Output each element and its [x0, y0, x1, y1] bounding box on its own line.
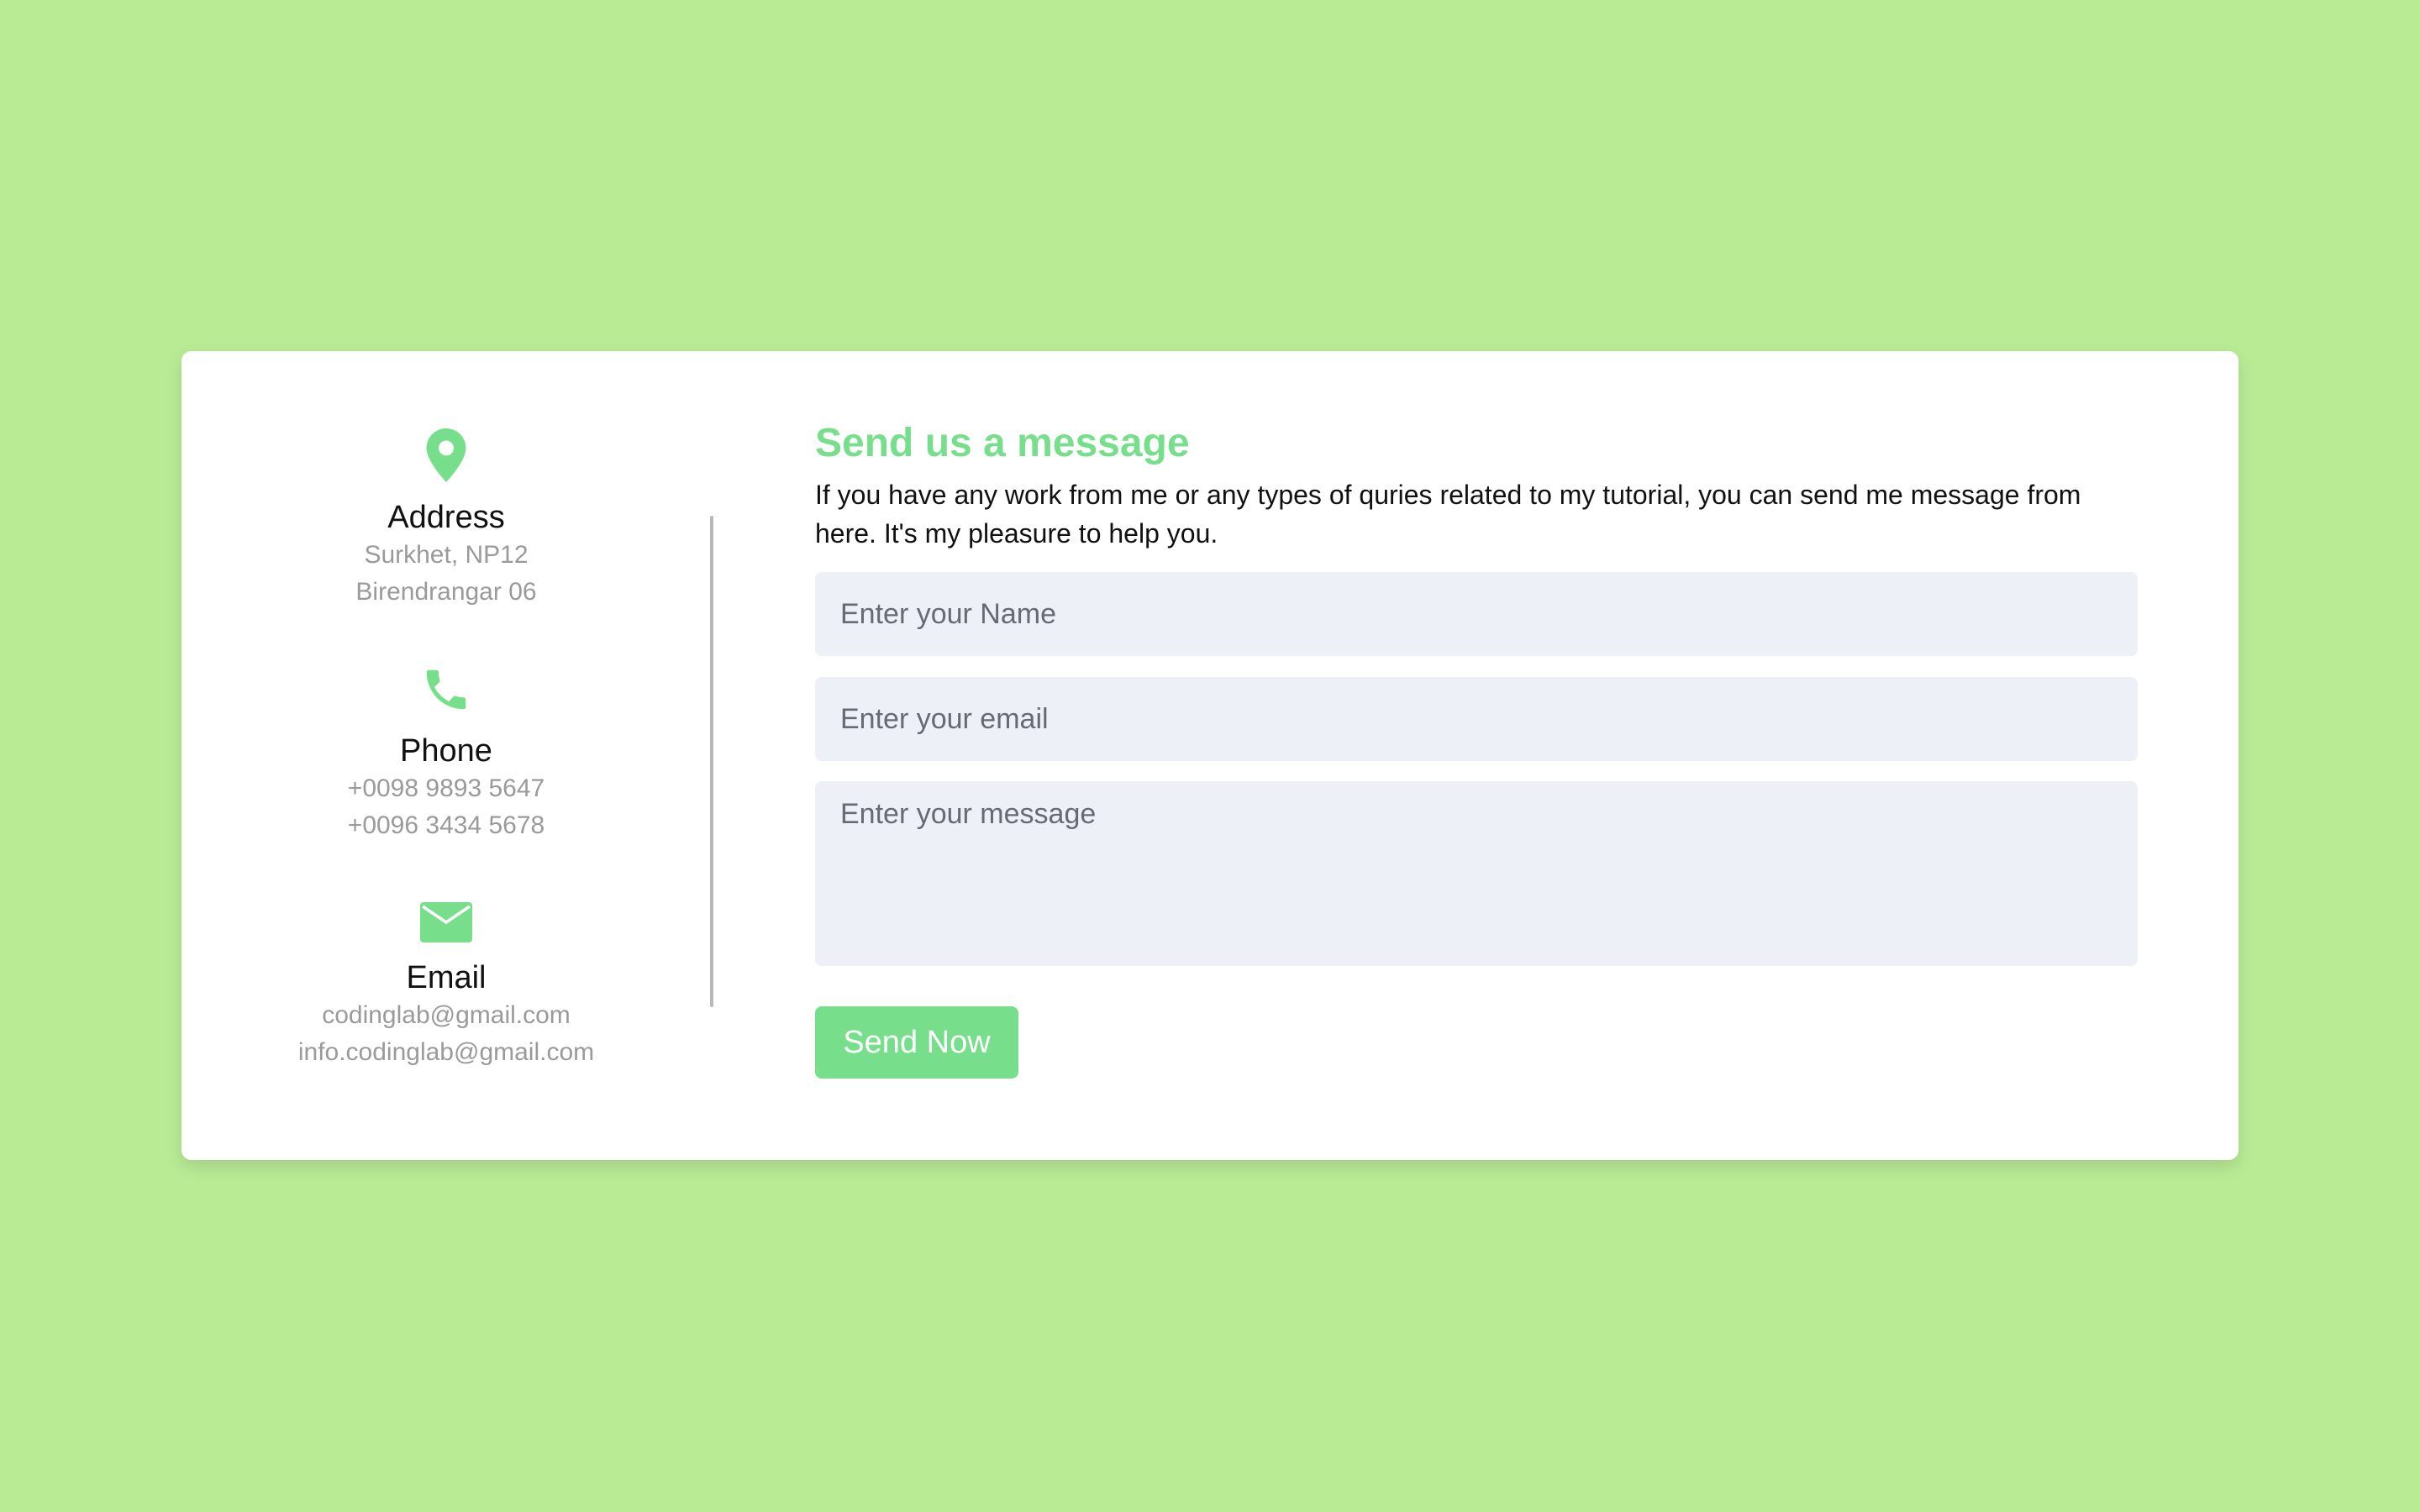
email-line-2: info.codinglab@gmail.com [297, 1038, 595, 1066]
contact-info-panel: Address Surkhet, NP12 Birendrangar 06 Ph… [182, 351, 711, 1160]
email-title: Email [406, 960, 487, 995]
phone-icon [182, 664, 711, 720]
send-now-button[interactable]: Send Now [815, 1006, 1018, 1079]
email-line-1: codinglab@gmail.com [322, 1001, 571, 1029]
email-input[interactable] [815, 677, 2138, 761]
phone-line-2: +0096 3434 5678 [347, 811, 545, 839]
message-textarea[interactable] [815, 781, 2138, 966]
email-section: Email codinglab@gmail.com info.codinglab… [182, 902, 711, 1071]
phone-line-1: +0098 9893 5647 [347, 774, 545, 802]
contact-card: Address Surkhet, NP12 Birendrangar 06 Ph… [182, 351, 2238, 1160]
form-heading: Send us a message [815, 421, 1190, 465]
vertical-divider [710, 516, 713, 1007]
address-title: Address [387, 500, 505, 535]
form-description: If you have any work from me or any type… [815, 480, 2081, 549]
address-line-2: Birendrangar 06 [355, 578, 537, 606]
contact-form: Send us a message If you have any work f… [815, 351, 2138, 1160]
address-line-1: Surkhet, NP12 [364, 541, 529, 569]
phone-section: Phone +0098 9893 5647 +0096 3434 5678 [182, 664, 711, 844]
envelope-icon [182, 902, 711, 947]
address-section: Address Surkhet, NP12 Birendrangar 06 [182, 428, 711, 611]
name-input[interactable] [815, 572, 2138, 656]
phone-title: Phone [400, 733, 492, 769]
map-pin-icon [182, 428, 711, 486]
